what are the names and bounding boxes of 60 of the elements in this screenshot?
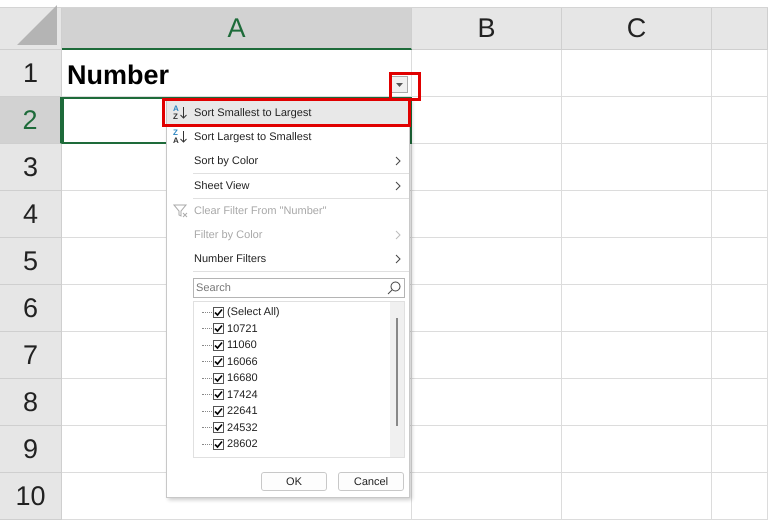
column-header[interactable]: C [562,8,712,50]
checkbox[interactable] [213,422,224,434]
value-label: 11060 [227,339,257,352]
menu-item[interactable]: Number Filters [167,247,409,271]
cancel-button[interactable]: Cancel [338,472,404,491]
empty-cell [712,97,768,144]
scrollbar[interactable] [390,302,404,457]
row-header[interactable]: 2 [0,97,62,144]
ok-button[interactable]: OK [261,472,327,491]
search-field[interactable]: Search [193,278,405,298]
row-header[interactable]: 4 [0,191,62,238]
value-label: (Select All) [227,306,280,318]
value-label: 28602 [227,438,258,450]
row-header[interactable]: 9 [0,426,62,473]
empty-cell [712,379,768,426]
checkbox[interactable] [213,389,224,400]
row-header[interactable]: 10 [0,473,62,520]
checkbox[interactable] [213,306,224,318]
corner-triangle-icon [17,5,57,45]
menu-item[interactable]: Z A Sort Largest to Smallest [167,125,409,149]
row-header[interactable]: 5 [0,238,62,285]
menu-item[interactable]: A Z Sort Smallest to Largest [167,101,409,125]
checkbox[interactable] [213,438,224,450]
column-header[interactable]: A [62,8,412,50]
chevron-right-icon [395,230,401,240]
empty-cell [712,144,768,191]
row-header[interactable]: 8 [0,379,62,426]
empty-cell [712,238,768,285]
value-label: 10721 [227,322,258,335]
chevron-right-icon [395,156,401,166]
empty-cell [712,285,768,332]
value-label: 22641 [227,405,258,418]
clear-filter-icon [173,204,189,218]
row-header[interactable]: 7 [0,332,62,379]
checkbox[interactable] [213,340,224,351]
chevron-right-icon [395,181,401,191]
menu-item[interactable]: Sheet View [167,174,409,198]
value-label: 16680 [227,372,258,384]
empty-cell [712,426,768,473]
checkbox[interactable] [213,406,224,417]
value-label: 17424 [227,388,258,401]
empty-cell [712,191,768,238]
checkbox[interactable] [213,356,224,368]
value-label: 24532 [227,422,258,434]
row-header[interactable]: 6 [0,285,62,332]
empty-cell [712,473,768,520]
empty-cell [712,332,768,379]
caret-icon [396,82,403,86]
filter-dropdown-button[interactable] [391,76,408,93]
checkbox[interactable] [213,323,224,334]
value-label: 16066 [227,356,258,368]
row-header[interactable]: 3 [0,144,62,191]
empty-cell [712,50,768,97]
checkbox[interactable] [213,372,224,384]
chevron-right-icon [395,254,401,264]
row-header[interactable]: 1 [0,50,62,97]
search-icon [387,281,401,295]
column-header[interactable]: B [412,8,562,50]
menu-item[interactable]: Sort by Color [167,149,409,173]
cell-text: Number [67,60,170,91]
